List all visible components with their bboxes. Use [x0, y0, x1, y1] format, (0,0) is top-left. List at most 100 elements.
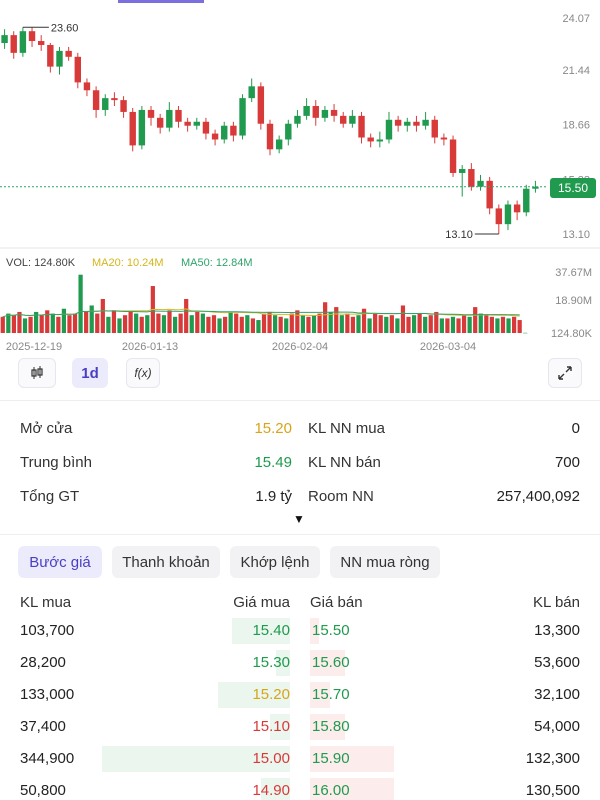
volume-bar — [100, 298, 105, 333]
tab-liquidity[interactable]: Thanh khoản — [112, 546, 220, 578]
candle-body — [404, 121, 411, 126]
volume-bar — [273, 315, 278, 333]
volume-bar — [284, 318, 289, 333]
orderbook-row[interactable]: 133,000 15.20 15.70 32,100 — [0, 680, 600, 710]
high-price-label: 23.60 — [51, 22, 79, 34]
buy-volume: 37,400 — [20, 718, 66, 735]
header-buy-volume: KL mua — [20, 594, 72, 611]
sell-price: 15.90 — [312, 750, 350, 767]
volume-bar — [356, 315, 361, 333]
sell-volume: 132,300 — [525, 750, 580, 767]
volume-bar — [428, 315, 433, 333]
candle-body — [37, 41, 45, 45]
buy-volume: 103,700 — [20, 622, 75, 639]
tab-price-step[interactable]: Bước giá — [18, 546, 102, 578]
date-axis-label: 2026-02-04 — [272, 341, 328, 353]
sell-volume: 32,100 — [534, 686, 580, 703]
volume-bar — [117, 318, 122, 333]
total-value: 1.9 tỷ — [255, 488, 292, 505]
tab-matched-orders[interactable]: Khớp lệnh — [230, 546, 320, 578]
orderbook-row[interactable]: 103,700 15.40 15.50 13,300 — [0, 616, 600, 646]
buy-price: 14.90 — [252, 782, 290, 799]
interval-1d-button[interactable]: 1d — [72, 358, 108, 388]
volume-bar — [145, 315, 150, 333]
orderbook-row[interactable]: 50,800 14.90 16.00 130,500 — [0, 776, 600, 800]
candle-body — [193, 121, 200, 126]
price-axis-tick: 21.44 — [562, 65, 590, 77]
volume-bar — [228, 311, 233, 333]
volume-bar — [523, 332, 528, 334]
candle-body — [202, 121, 210, 134]
indicator-button[interactable]: f(x) — [126, 358, 160, 388]
sell-volume: 54,000 — [534, 718, 580, 735]
volume-bar — [461, 315, 467, 333]
candle-body — [65, 50, 72, 57]
candle-body — [266, 123, 274, 150]
chart-toolbar: 1d f(x) — [0, 358, 600, 392]
volume-bar — [411, 315, 417, 333]
candle-body — [102, 98, 109, 110]
volume-bar — [317, 313, 322, 333]
candle-body — [486, 180, 493, 209]
volume-bar — [156, 313, 161, 333]
candle-body — [257, 86, 265, 124]
volume-bar — [467, 316, 472, 333]
volume-bar — [373, 313, 378, 333]
foreign-room-label: Room NN — [308, 488, 374, 505]
price-candlestick-chart[interactable]: 24.0721.4418.6615.8813.10 23.6013.10 15.… — [0, 0, 600, 252]
buy-volume: 133,000 — [20, 686, 75, 703]
candle-body — [459, 169, 466, 173]
stat-row-open: Mở cửa 15.20 KL NN mua 0 — [0, 414, 600, 444]
orderbook-row[interactable]: 344,900 15.00 15.90 132,300 — [0, 744, 600, 774]
candle-body — [340, 115, 347, 124]
volume-bar — [178, 313, 183, 333]
volume-bar — [172, 316, 178, 333]
orderbook-tabs: Bước giá Thanh khoản Khớp lệnh NN mua rò… — [0, 546, 600, 580]
volume-bar — [395, 318, 400, 333]
tab-foreign-net-buy[interactable]: NN mua ròng — [330, 546, 440, 578]
volume-chart[interactable]: VOL: 124.80K MA20: 10.24M MA50: 12.84M 3… — [0, 252, 600, 357]
buy-price: 15.30 — [252, 654, 290, 671]
foreign-room-value: 257,400,092 — [496, 488, 580, 505]
candle-body — [83, 82, 91, 91]
volume-bar — [28, 316, 33, 333]
fullscreen-button[interactable] — [548, 358, 582, 388]
buy-volume: 28,200 — [20, 654, 66, 671]
sell-volume: 13,300 — [534, 622, 580, 639]
candle-body — [275, 139, 283, 150]
chart-type-button[interactable] — [18, 358, 56, 388]
volume-axis-tick: 18.90M — [555, 295, 592, 307]
volume-bar — [211, 315, 217, 333]
header-sell-price: Giá bán — [310, 594, 363, 611]
candle-body — [468, 169, 475, 187]
volume-bar — [200, 313, 205, 333]
volume-bar — [89, 305, 94, 333]
volume-bar — [323, 302, 328, 333]
volume-bar — [245, 315, 250, 333]
orderbook-row[interactable]: 37,400 15.10 15.80 54,000 — [0, 712, 600, 742]
volume-bar — [84, 311, 89, 333]
candle-body — [10, 35, 17, 53]
candle-body — [513, 204, 521, 213]
foreign-buy-value: 0 — [571, 420, 580, 437]
volume-bar — [184, 298, 189, 333]
expand-stats-icon[interactable]: ▼ — [293, 512, 305, 526]
candle-body — [28, 31, 36, 42]
volume-bar — [250, 318, 255, 333]
candle-body — [248, 86, 255, 99]
candle-body — [349, 115, 356, 124]
candle-body — [440, 137, 448, 140]
volume-bar — [72, 313, 78, 333]
candle-body — [47, 44, 54, 67]
candle-body — [74, 56, 81, 83]
volume-bar — [367, 318, 372, 333]
candle-body — [321, 109, 329, 118]
volume-bar — [206, 316, 211, 333]
candle-body — [184, 121, 191, 126]
candle-body — [156, 117, 164, 128]
volume-axis-tick: 37.67M — [555, 267, 592, 279]
orderbook-row[interactable]: 28,200 15.30 15.60 53,600 — [0, 648, 600, 678]
volume-bar — [95, 313, 100, 333]
stat-row-avg: Trung bình 15.49 KL NN bán 700 — [0, 448, 600, 478]
volume-bar — [345, 313, 350, 333]
